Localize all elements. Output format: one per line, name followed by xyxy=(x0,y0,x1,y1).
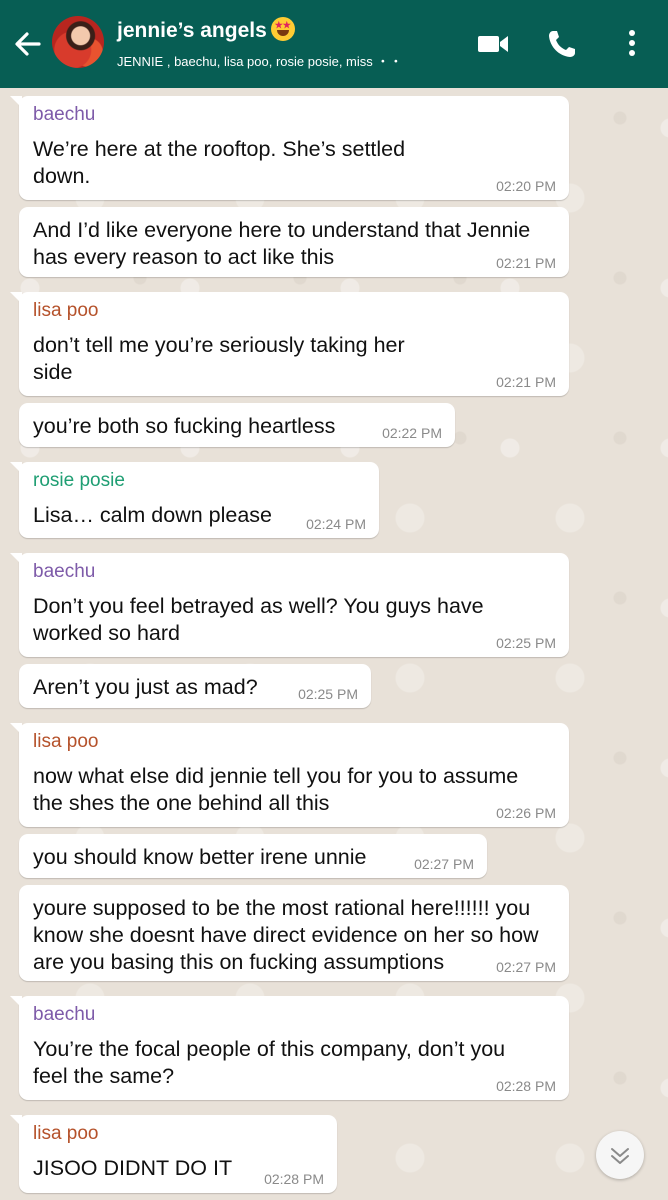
message-line: youre supposed to be the most rational h… xyxy=(33,896,531,920)
message-bubble[interactable]: And I’d like everyone here to understand… xyxy=(19,207,569,277)
group-members[interactable]: JENNIE , baechu, lisa poo, rosie posie, … xyxy=(117,51,437,70)
message-bubble[interactable]: youre supposed to be the most rational h… xyxy=(19,885,569,981)
message-timestamp: 02:28 PM xyxy=(264,1171,324,1187)
message-bubble[interactable]: you should know better irene unnie 02:27 … xyxy=(19,834,487,878)
message-line: has every reason to act like this xyxy=(33,245,335,269)
scroll-to-bottom-button[interactable] xyxy=(596,1131,644,1179)
message-timestamp: 02:27 PM xyxy=(414,856,474,872)
message-text: youre supposed to be the most rational h… xyxy=(33,895,539,976)
message-timestamp: 02:21 PM xyxy=(496,255,556,271)
message-timestamp: 02:25 PM xyxy=(496,635,556,651)
message-text: Aren’t you just as mad? xyxy=(33,674,258,701)
message-text: now what else did jennie tell you for yo… xyxy=(33,763,518,817)
message-sender[interactable]: baechu xyxy=(33,1004,95,1026)
message-sender[interactable]: baechu xyxy=(33,104,95,126)
message-bubble[interactable]: you’re both so fucking heartless 02:22 PM xyxy=(19,403,455,447)
message-bubble[interactable]: rosie posie Lisa… calm down please 02:24 P… xyxy=(10,462,379,538)
message-bubble[interactable]: lisa poo don’t tell me you’re seriously t… xyxy=(10,292,569,396)
message-bubble[interactable]: baechu You’re the focal people of this co… xyxy=(10,996,569,1100)
message-text: Lisa… calm down please xyxy=(33,502,272,529)
message-line: feel the same? xyxy=(33,1064,175,1088)
message-line: you’re both so fucking heartless xyxy=(33,414,336,438)
message-text: JISOO DIDNT DO IT xyxy=(33,1155,232,1182)
message-line: Don’t you feel betrayed as well? You guy… xyxy=(33,594,484,618)
double-chevron-down-icon xyxy=(611,1148,629,1164)
video-call-icon[interactable] xyxy=(476,28,510,60)
message-timestamp: 02:28 PM xyxy=(496,1078,556,1094)
group-avatar[interactable] xyxy=(52,16,104,68)
voice-call-icon[interactable] xyxy=(546,28,578,60)
message-text: You’re the focal people of this company,… xyxy=(33,1036,505,1090)
message-line: you should know better irene unnie xyxy=(33,845,367,869)
message-sender[interactable]: rosie posie xyxy=(33,470,125,492)
message-timestamp: 02:22 PM xyxy=(382,425,442,441)
message-text: And I’d like everyone here to understand… xyxy=(33,217,530,271)
message-timestamp: 02:26 PM xyxy=(496,805,556,821)
message-bubble[interactable]: lisa poo JISOO DIDNT DO IT 02:28 PM xyxy=(10,1115,337,1193)
more-options-icon[interactable] xyxy=(622,28,642,60)
message-line: You’re the focal people of this company,… xyxy=(33,1037,506,1061)
message-line: Lisa… calm down please xyxy=(33,503,273,527)
message-line: don’t tell me you’re seriously taking he… xyxy=(33,333,405,357)
message-bubble[interactable]: baechu We’re here at the rooftop. She’s s… xyxy=(10,96,569,200)
message-timestamp: 02:24 PM xyxy=(306,516,366,532)
message-bubble[interactable]: lisa poo now what else did jennie tell yo… xyxy=(10,723,569,827)
message-bubble[interactable]: Aren’t you just as mad? 02:25 PM xyxy=(19,664,371,708)
message-sender[interactable]: lisa poo xyxy=(33,300,99,322)
star-struck-emoji-icon xyxy=(270,17,295,41)
message-timestamp: 02:20 PM xyxy=(496,178,556,194)
message-line: worked so hard xyxy=(33,621,180,645)
message-line: down. xyxy=(33,164,91,188)
message-sender[interactable]: lisa poo xyxy=(33,1123,99,1145)
message-text: Don’t you feel betrayed as well? You guy… xyxy=(33,593,484,647)
message-line: We’re here at the rooftop. She’s settled xyxy=(33,137,406,161)
message-line: Aren’t you just as mad? xyxy=(33,675,258,699)
group-title[interactable]: jennie’s angels xyxy=(117,17,295,43)
message-sender[interactable]: baechu xyxy=(33,561,95,583)
message-line: are you basing this on fucking assumptio… xyxy=(33,950,445,974)
message-text: you’re both so fucking heartless xyxy=(33,413,335,440)
chat-header: jennie’s angels JENNIE , baechu, lisa po… xyxy=(0,0,668,88)
message-bubble[interactable]: baechu Don’t you feel betrayed as well? Y… xyxy=(10,553,569,657)
message-text: you should know better irene unnie xyxy=(33,844,366,871)
message-line: know she doesnt have direct evidence on … xyxy=(33,923,539,947)
message-line: now what else did jennie tell you for yo… xyxy=(33,764,519,788)
message-line: side xyxy=(33,360,73,384)
message-text: We’re here at the rooftop. She’s settled… xyxy=(33,136,405,190)
message-timestamp: 02:27 PM xyxy=(496,959,556,975)
message-timestamp: 02:25 PM xyxy=(298,686,358,702)
message-sender[interactable]: lisa poo xyxy=(33,731,99,753)
back-arrow-icon[interactable] xyxy=(12,27,42,61)
message-line: JISOO DIDNT DO IT xyxy=(33,1156,233,1180)
message-line: the shes the one behind all this xyxy=(33,791,330,815)
message-timestamp: 02:21 PM xyxy=(496,374,556,390)
message-line: And I’d like everyone here to understand… xyxy=(33,218,531,242)
message-text: don’t tell me you’re seriously taking he… xyxy=(33,332,405,386)
